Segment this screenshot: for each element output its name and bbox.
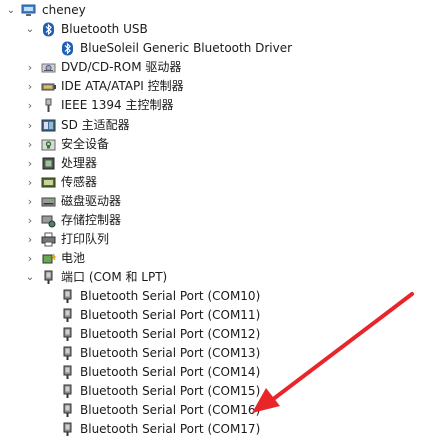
storage-controller-icon — [41, 213, 56, 228]
tree-item-com11[interactable]: Bluetooth Serial Port (COM11) — [0, 306, 444, 325]
chevron-right-icon[interactable]: › — [25, 211, 35, 230]
chevron-right-icon[interactable]: › — [25, 58, 35, 77]
chevron-down-icon[interactable]: ⌄ — [25, 20, 35, 39]
ide-controller-icon — [41, 79, 56, 94]
tree-item-com15[interactable]: Bluetooth Serial Port (COM15) — [0, 382, 444, 401]
tree-item-label: Bluetooth USB — [61, 22, 148, 36]
tree-item-label: Bluetooth Serial Port (COM17) — [80, 422, 261, 436]
serial-port-icon — [60, 403, 75, 418]
tree-item-label: Bluetooth Serial Port (COM15) — [80, 384, 261, 398]
tree-item-sensors[interactable]: › 传感器 — [0, 173, 444, 192]
tree-item-label: Bluetooth Serial Port (COM11) — [80, 308, 261, 322]
tree-item-ports[interactable]: ⌄ 端口 (COM 和 LPT) — [0, 268, 444, 287]
printer-icon — [41, 232, 56, 247]
port-icon — [41, 270, 56, 285]
tree-item-bluesoleil-driver[interactable]: BlueSoleil Generic Bluetooth Driver — [0, 39, 444, 58]
serial-port-icon — [60, 346, 75, 361]
tree-item-label: 传感器 — [61, 175, 98, 189]
tree-item-label: 存储控制器 — [61, 213, 122, 227]
tree-item-com17[interactable]: Bluetooth Serial Port (COM17) — [0, 420, 444, 439]
chevron-right-icon[interactable]: › — [25, 230, 35, 249]
tree-item-dvd-cdrom[interactable]: › DVD/CD-ROM 驱动器 — [0, 58, 444, 77]
tree-root-label: cheney — [42, 3, 86, 17]
tree-item-label: IEEE 1394 主控制器 — [61, 98, 174, 112]
processor-icon — [41, 156, 56, 171]
tree-item-batteries[interactable]: › 电池 — [0, 249, 444, 268]
tree-item-label: Bluetooth Serial Port (COM14) — [80, 365, 261, 379]
ieee1394-icon — [41, 98, 56, 113]
computer-icon — [21, 3, 36, 18]
chevron-right-icon[interactable]: › — [25, 96, 35, 115]
tree-item-processors[interactable]: › 处理器 — [0, 154, 444, 173]
serial-port-icon — [60, 289, 75, 304]
tree-item-label: Bluetooth Serial Port (COM13) — [80, 346, 261, 360]
tree-item-com10[interactable]: Bluetooth Serial Port (COM10) — [0, 287, 444, 306]
chevron-right-icon[interactable]: › — [25, 77, 35, 96]
serial-port-icon — [60, 308, 75, 323]
tree-item-com16[interactable]: Bluetooth Serial Port (COM16) — [0, 401, 444, 420]
battery-icon — [41, 251, 57, 266]
tree-item-label: 磁盘驱动器 — [61, 194, 122, 208]
serial-port-icon — [60, 365, 75, 380]
tree-item-label: DVD/CD-ROM 驱动器 — [61, 60, 182, 74]
serial-port-icon — [60, 384, 75, 399]
disk-drive-icon — [41, 194, 56, 209]
tree-item-label: IDE ATA/ATAPI 控制器 — [61, 79, 184, 93]
bluetooth-icon — [60, 41, 75, 56]
chevron-down-icon[interactable]: ⌄ — [25, 268, 35, 287]
tree-item-com13[interactable]: Bluetooth Serial Port (COM13) — [0, 344, 444, 363]
tree-item-label: 端口 (COM 和 LPT) — [61, 270, 168, 284]
chevron-right-icon[interactable]: › — [25, 192, 35, 211]
tree-item-print-queues[interactable]: › 打印队列 — [0, 230, 444, 249]
tree-item-ide-ata-atapi[interactable]: › IDE ATA/ATAPI 控制器 — [0, 77, 444, 96]
tree-item-label: Bluetooth Serial Port (COM10) — [80, 289, 261, 303]
chevron-right-icon[interactable]: › — [25, 135, 35, 154]
tree-item-com12[interactable]: Bluetooth Serial Port (COM12) — [0, 325, 444, 344]
chevron-right-icon[interactable]: › — [25, 154, 35, 173]
chevron-right-icon[interactable]: › — [25, 249, 35, 268]
security-device-icon — [41, 137, 56, 152]
sd-adapter-icon — [41, 118, 56, 133]
chevron-right-icon[interactable]: › — [25, 116, 35, 135]
tree-item-label: 处理器 — [61, 156, 98, 170]
chevron-down-icon[interactable]: ⌄ — [6, 1, 16, 20]
tree-item-label: 打印队列 — [61, 232, 110, 246]
tree-item-label: BlueSoleil Generic Bluetooth Driver — [80, 41, 293, 55]
tree-item-bluetooth-usb[interactable]: ⌄ Bluetooth USB — [0, 20, 444, 39]
tree-item-sd-adapter[interactable]: › SD 主适配器 — [0, 116, 444, 135]
tree-item-com14[interactable]: Bluetooth Serial Port (COM14) — [0, 363, 444, 382]
bluetooth-icon — [41, 22, 56, 37]
tree-item-security-devices[interactable]: › 安全设备 — [0, 135, 444, 154]
tree-root-cheney[interactable]: ⌄ cheney — [0, 1, 444, 20]
serial-port-icon — [60, 422, 75, 437]
tree-item-label: Bluetooth Serial Port (COM12) — [80, 327, 261, 341]
tree-item-disk-drives[interactable]: › 磁盘驱动器 — [0, 192, 444, 211]
tree-item-label: 电池 — [61, 251, 86, 265]
sensor-icon — [41, 175, 56, 190]
tree-item-storage-controllers[interactable]: › 存储控制器 — [0, 211, 444, 230]
optical-drive-icon — [41, 60, 56, 75]
tree-item-label: Bluetooth Serial Port (COM16) — [80, 403, 261, 417]
tree-item-ieee1394[interactable]: › IEEE 1394 主控制器 — [0, 96, 444, 115]
tree-item-label: SD 主适配器 — [61, 118, 130, 132]
tree-item-label: 安全设备 — [61, 137, 110, 151]
serial-port-icon — [60, 327, 75, 342]
chevron-right-icon[interactable]: › — [25, 173, 35, 192]
